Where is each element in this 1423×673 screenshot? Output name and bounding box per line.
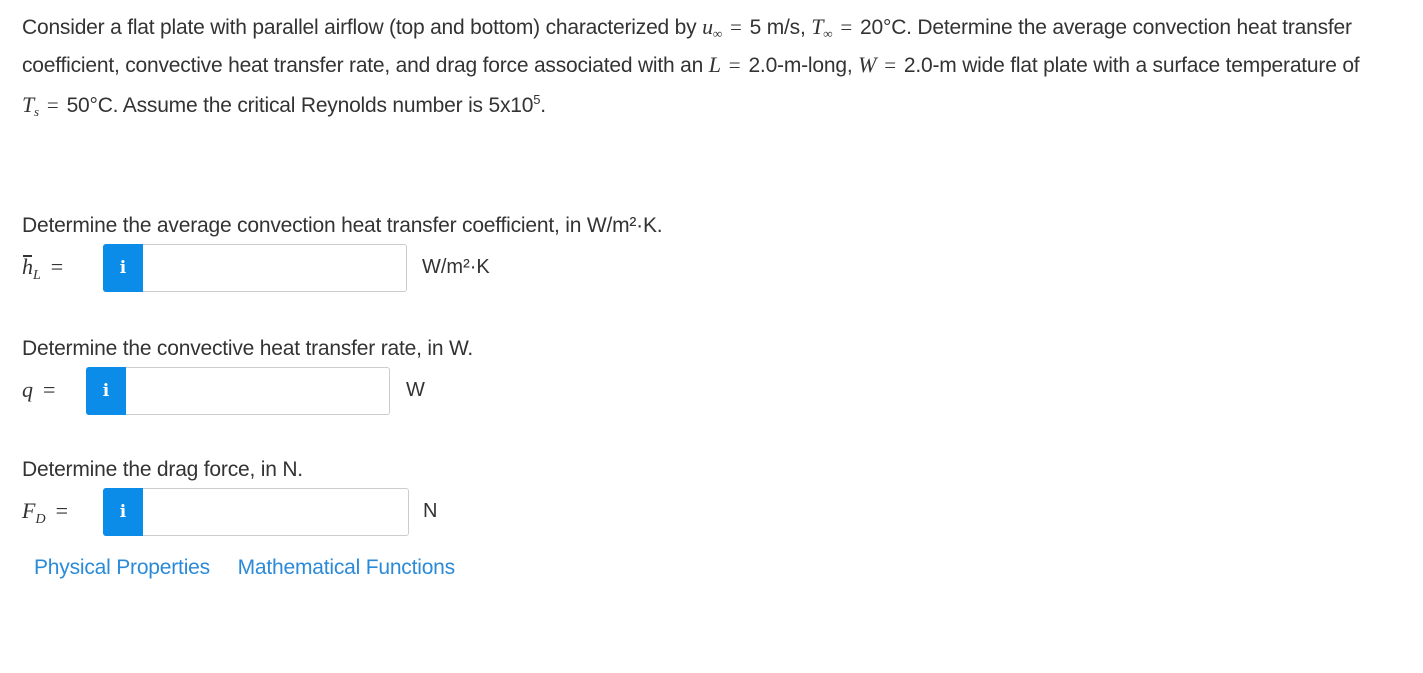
question-text: Determine the average convection heat tr… [22,214,663,237]
answer-input-box: i [86,367,390,415]
h-bar-label: hL = [22,254,64,283]
unit-label: N [423,500,438,522]
equals-sign: = [884,52,896,77]
mathematical-functions-link[interactable]: Mathematical Functions [238,556,456,579]
part-heat-transfer-coefficient: Determine the average convection heat tr… [22,212,663,294]
physical-properties-link[interactable]: Physical Properties [34,556,210,579]
info-icon[interactable]: i [103,488,143,536]
part-drag-force: Determine the drag force, in N. FD = i N [22,456,437,538]
answer-input-box: i [103,488,409,536]
q-label: q = [22,377,56,402]
unit-label: W/m²·K [422,256,490,278]
width-text: 2.0-m wide flat plate with a surface tem… [903,53,1360,77]
u-infinity-symbol: u∞ [702,14,722,41]
problem-text: Consider a flat plate with parallel airf… [22,16,703,39]
equals-sign: = [840,15,853,39]
velocity-value: 5 m/s, [749,16,812,39]
period: . [540,94,546,117]
heat-transfer-rate-input[interactable] [126,368,389,414]
surface-temp-text: 50°C. Assume the critical Reynolds numbe… [66,94,534,117]
equals-sign: = [729,15,742,39]
part-heat-transfer-rate: Determine the convective heat transfer r… [22,335,473,417]
drag-force-input[interactable] [143,489,408,535]
fd-label: FD = [22,498,68,527]
length-value: 2.0-m-long, [748,53,859,77]
info-icon[interactable]: i [103,244,143,292]
answer-input-box: i [103,244,407,292]
surface-temp-symbol: Ts [22,92,39,119]
info-icon[interactable]: i [86,367,126,415]
unit-label: W [406,379,425,401]
question-text: Determine the convective heat transfer r… [22,337,474,360]
width-symbol: W [858,51,877,77]
resource-links: Physical Properties Mathematical Functio… [34,556,477,580]
heat-transfer-coefficient-input[interactable] [143,245,406,291]
equals-sign: = [728,52,741,77]
length-symbol: L [708,51,721,77]
question-text: Determine the drag force, in N. [22,458,303,481]
problem-statement: Consider a flat plate with parallel airf… [22,10,1402,126]
equals-sign: = [46,93,59,117]
t-infinity-symbol: T∞ [811,14,833,41]
